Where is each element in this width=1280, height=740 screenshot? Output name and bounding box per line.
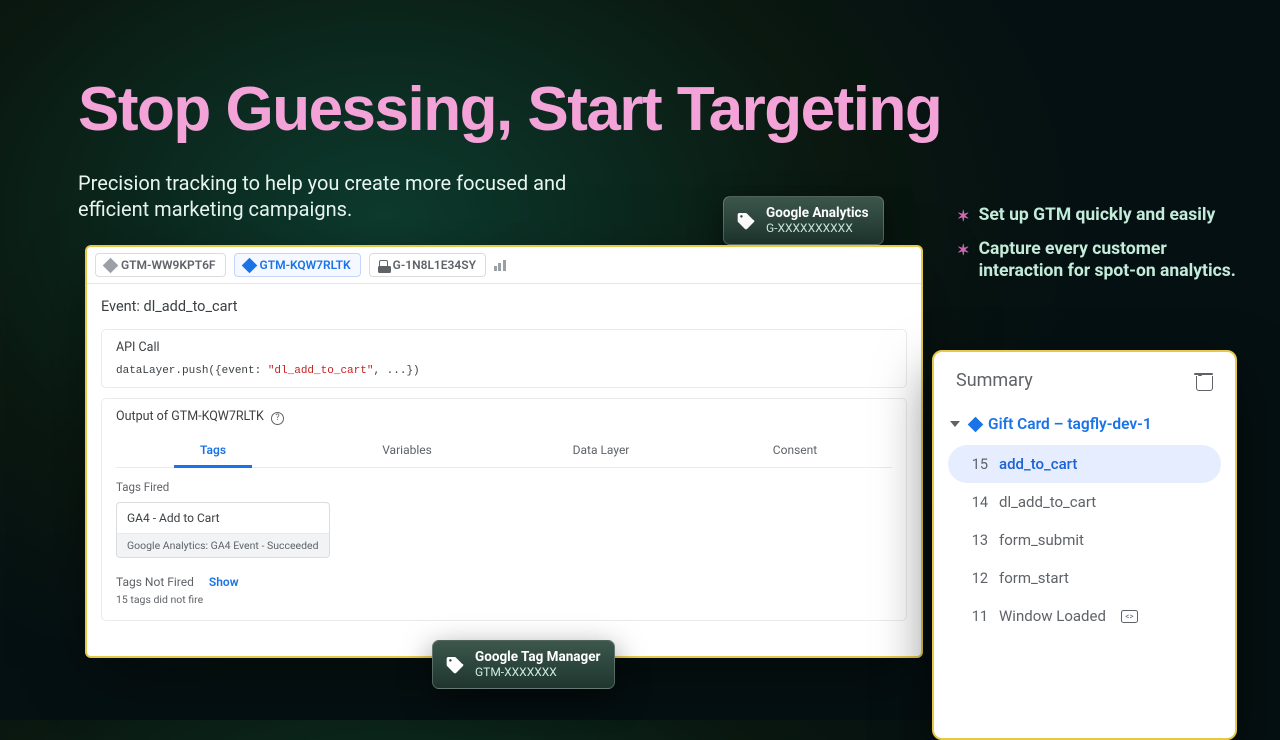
event-item-window-loaded[interactable]: 11 Window Loaded <> xyxy=(948,597,1221,635)
badge-id: G-XXXXXXXXXX xyxy=(766,222,869,236)
tag-icon xyxy=(736,211,756,231)
fired-tag-name: GA4 - Add to Cart xyxy=(117,503,329,533)
account-chip-gtm2[interactable]: GTM-KQW7RLTK xyxy=(234,253,361,277)
event-item-form-start[interactable]: 12 form_start xyxy=(948,559,1221,597)
event-name: add_to_cart xyxy=(999,455,1077,473)
event-name: form_submit xyxy=(999,531,1084,549)
tags-not-fired-label: Tags Not Fired xyxy=(116,575,194,589)
diamond-icon xyxy=(241,257,257,273)
lock-icon xyxy=(379,260,388,271)
help-icon[interactable]: ? xyxy=(271,412,284,425)
api-call-label: API Call xyxy=(116,340,892,355)
badge-title: Google Tag Manager xyxy=(475,650,600,666)
feature-list: Set up GTM quickly and easily Capture ev… xyxy=(957,205,1247,295)
api-call-card: API Call dataLayer.push({event: "dl_add_… xyxy=(101,329,907,388)
api-call-code: dataLayer.push({event: "dl_add_to_cart",… xyxy=(116,365,892,377)
badge-title: Google Analytics xyxy=(766,206,869,222)
fired-tag-status: Google Analytics: GA4 Event - Succeeded xyxy=(117,533,329,557)
account-chip-ga[interactable]: G-1N8L1E34SY xyxy=(369,253,486,277)
feature-item: Capture every customer interaction for s… xyxy=(957,239,1247,283)
event-num: 11 xyxy=(968,608,988,625)
badge-google-tag-manager: Google Tag Manager GTM-XXXXXXX xyxy=(432,640,615,689)
event-item-dl-add-to-cart[interactable]: 14 dl_add_to_cart xyxy=(948,483,1221,521)
badge-google-analytics: Google Analytics G-XXXXXXXXXX xyxy=(723,196,884,245)
summary-panel: Summary Gift Card – tagfly-dev-1 15 add_… xyxy=(932,350,1237,740)
account-id: GTM-WW9KPT6F xyxy=(121,258,216,272)
account-id: GTM-KQW7RLTK xyxy=(260,258,351,272)
hero-title: Stop Guessing, Start Targeting xyxy=(78,74,941,145)
event-name: form_start xyxy=(999,569,1069,587)
clear-icon[interactable] xyxy=(1194,371,1213,390)
summary-title: Summary xyxy=(956,370,1033,391)
fired-tag-card[interactable]: GA4 - Add to Cart Google Analytics: GA4 … xyxy=(116,502,330,558)
tab-consent[interactable]: Consent xyxy=(698,435,892,467)
tag-icon xyxy=(445,655,465,675)
event-num: 13 xyxy=(968,532,988,549)
show-link[interactable]: Show xyxy=(209,575,239,589)
event-num: 15 xyxy=(968,456,988,473)
event-item-add-to-cart[interactable]: 15 add_to_cart xyxy=(948,445,1221,483)
code-icon: <> xyxy=(1121,610,1138,623)
diamond-icon xyxy=(968,416,984,432)
output-title: Output of GTM-KQW7RLTK ? xyxy=(116,409,284,425)
summary-site-row[interactable]: Gift Card – tagfly-dev-1 xyxy=(948,411,1221,445)
event-title: Event: dl_add_to_cart xyxy=(101,298,907,315)
chevron-down-icon xyxy=(950,421,960,427)
tags-fired-label: Tags Fired xyxy=(116,480,892,494)
output-card: Output of GTM-KQW7RLTK ? Tags Variables … xyxy=(101,398,907,621)
event-name: dl_add_to_cart xyxy=(999,493,1096,511)
gtm-debug-panel: GTM-WW9KPT6F GTM-KQW7RLTK G-1N8L1E34SY E… xyxy=(85,245,923,658)
account-id: G-1N8L1E34SY xyxy=(393,258,476,272)
feature-item: Set up GTM quickly and easily xyxy=(957,205,1247,227)
output-tabs: Tags Variables Data Layer Consent xyxy=(116,435,892,468)
summary-site-name: Gift Card – tagfly-dev-1 xyxy=(988,415,1152,433)
account-switch-bar: GTM-WW9KPT6F GTM-KQW7RLTK G-1N8L1E34SY xyxy=(87,247,921,284)
event-name: Window Loaded xyxy=(999,607,1106,625)
diamond-icon xyxy=(103,257,119,273)
event-num: 14 xyxy=(968,494,988,511)
event-item-form-submit[interactable]: 13 form_submit xyxy=(948,521,1221,559)
tab-data-layer[interactable]: Data Layer xyxy=(504,435,698,467)
event-num: 12 xyxy=(968,570,988,587)
tab-variables[interactable]: Variables xyxy=(310,435,504,467)
hero-subtitle: Precision tracking to help you create mo… xyxy=(78,170,638,222)
summary-events: 15 add_to_cart 14 dl_add_to_cart 13 form… xyxy=(948,445,1221,635)
account-chip-gtm1[interactable]: GTM-WW9KPT6F xyxy=(95,253,226,277)
badge-id: GTM-XXXXXXX xyxy=(475,666,600,680)
tab-tags[interactable]: Tags xyxy=(116,435,310,467)
analytics-bars-icon[interactable] xyxy=(494,260,506,271)
not-fired-count: 15 tags did not fire xyxy=(116,593,892,606)
